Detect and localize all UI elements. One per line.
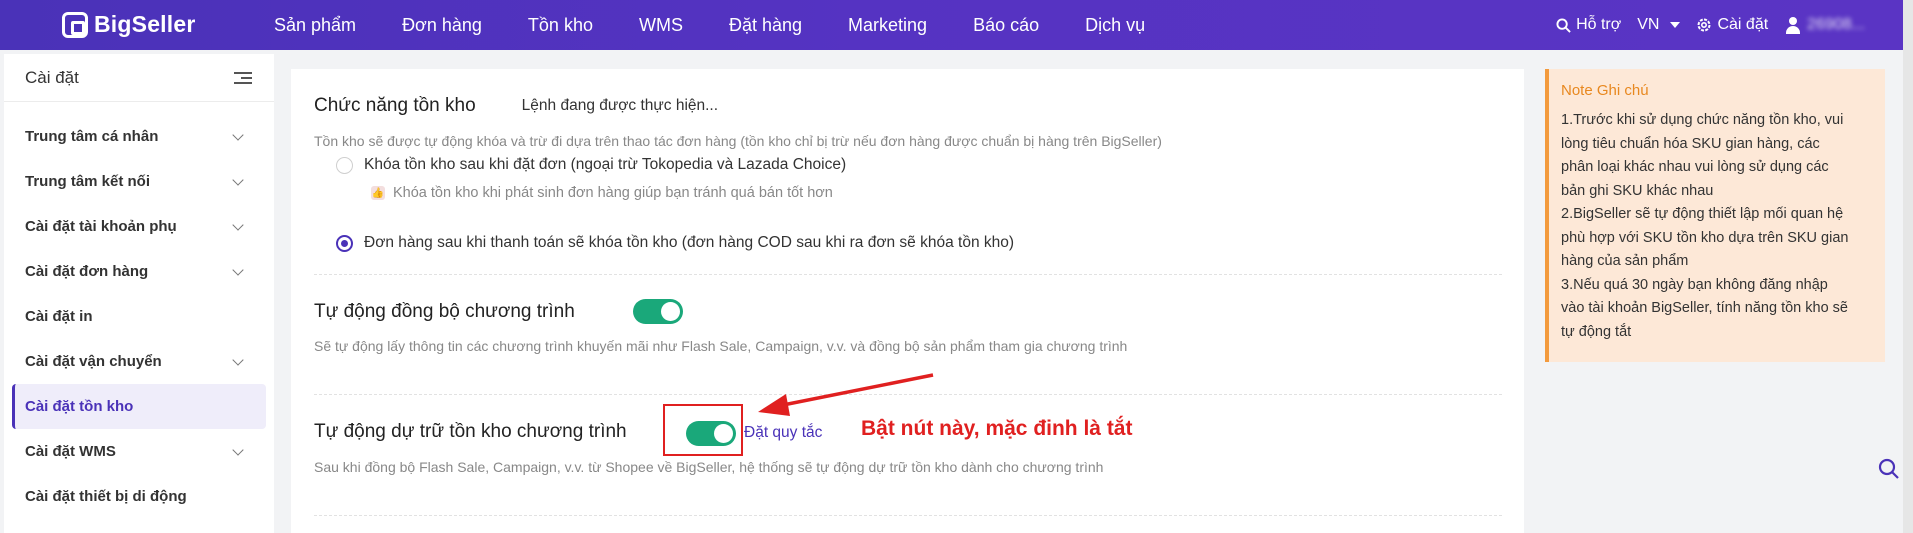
sidebar-item-label: Cài đặt đơn hàng (25, 263, 149, 280)
nav-reports[interactable]: Báo cáo (973, 15, 1039, 36)
chevron-down-icon (232, 173, 244, 186)
chevron-down-icon (232, 443, 244, 456)
lock-on-order-option[interactable]: Khóa tồn kho sau khi đặt đơn (ngoại trừ … (336, 156, 846, 174)
sidebar-header: Cài đặt (4, 54, 274, 102)
sidebar-menu: Trung tâm cá nhân Trung tâm kết nối Cài … (4, 114, 274, 519)
sidebar-item-label: Cài đặt tài khoản phụ (25, 218, 177, 235)
bigseller-logo[interactable]: BigSeller (62, 11, 196, 38)
inventory-function-header: Chức năng tồn kho Lệnh đang được thực hi… (314, 95, 718, 117)
main-nav: Sản phẩm Đơn hàng Tồn kho WMS Đặt hàng M… (274, 0, 1191, 50)
option-label: Đơn hàng sau khi thanh toán sẽ khóa tồn … (364, 234, 1015, 251)
help-link[interactable]: Hỗ trợ (1556, 16, 1621, 34)
note-line: bản ghi SKU khác nhau (1561, 182, 1714, 199)
sidebar-item-wms-settings[interactable]: Cài đặt WMS (12, 429, 266, 474)
note-line: 2.BigSeller sẽ tự động thiết lập mối qua… (1561, 206, 1844, 222)
bigseller-logo-icon (62, 11, 88, 38)
note-line: 1.Trước khi sử dụng chức năng tồn kho, v… (1561, 112, 1844, 128)
annotation-text: Bật nút này, mặc đinh là tắt (861, 417, 1133, 440)
settings-content: Chức năng tồn kho Lệnh đang được thực hi… (291, 69, 1524, 533)
note-line: phù hợp với SKU tồn kho dựa trên SKU gia… (1561, 229, 1849, 246)
note-line: tự động tắt (1561, 323, 1632, 340)
auto-reserve-title: Tự động dự trữ tồn kho chương trình (314, 421, 627, 442)
lock-after-payment-option[interactable]: Đơn hàng sau khi thanh toán sẽ khóa tồn … (336, 234, 1014, 252)
note-line: lòng tiêu chuẩn hóa SKU gian hàng, các (1561, 135, 1820, 152)
nav-services[interactable]: Dịch vụ (1085, 15, 1145, 36)
sidebar-item-label: Trung tâm kết nối (25, 173, 151, 190)
gear-icon (1697, 18, 1711, 32)
section-divider (314, 515, 1502, 516)
floating-search-icon[interactable] (1878, 458, 1900, 480)
nav-wms[interactable]: WMS (639, 15, 683, 36)
auto-sync-description: Sẽ tự động lấy thông tin các chương trìn… (314, 338, 1128, 354)
nav-marketing[interactable]: Marketing (848, 15, 927, 36)
search-icon (1556, 17, 1571, 33)
sidebar-item-label: Cài đặt in (25, 308, 93, 325)
tip-text: Khóa tồn kho khi phát sinh đơn hàng giúp… (393, 185, 833, 201)
section-divider (314, 274, 1502, 275)
option-label: Khóa tồn kho sau khi đặt đơn (ngoại trừ … (364, 156, 847, 173)
note-line: phân loại khác nhau vui lòng sử dụng các (1561, 159, 1829, 175)
chevron-down-icon (232, 353, 244, 366)
sidebar-item-order-settings[interactable]: Cài đặt đơn hàng (12, 249, 266, 294)
note-line: 3.Nếu quá 30 ngày bạn không đăng nhập (1561, 276, 1828, 293)
logo-text: BigSeller (94, 11, 196, 37)
sidebar-item-label: Cài đặt tồn kho (25, 398, 134, 415)
note-panel: Note Ghi chú 1.Trước khi sử dụng chức nă… (1545, 69, 1885, 362)
sidebar-item-print-settings[interactable]: Cài đặt in (12, 294, 266, 339)
inventory-function-title: Chức năng tồn kho (314, 95, 476, 116)
inventory-function-description: Tồn kho sẽ được tự động khóa và trừ đi d… (314, 133, 1162, 149)
settings-label: Cài đặt (1717, 16, 1769, 33)
sidebar-item-personal-center[interactable]: Trung tâm cá nhân (12, 114, 266, 159)
auto-sync-toggle[interactable] (633, 299, 683, 324)
chevron-down-icon (232, 128, 244, 141)
radio-lock-on-order[interactable] (336, 156, 353, 174)
settings-sidebar: Cài đặt Trung tâm cá nhân Trung tâm kết … (4, 54, 274, 533)
language-select[interactable]: VN (1637, 16, 1681, 34)
sidebar-title: Cài đặt (25, 67, 79, 87)
chevron-down-icon (232, 218, 244, 231)
radio-lock-after-payment[interactable] (336, 234, 353, 252)
auto-reserve-description: Sau khi đồng bộ Flash Sale, Campaign, v.… (314, 459, 1104, 475)
sidebar-item-connection-center[interactable]: Trung tâm kết nối (12, 159, 266, 204)
annotation-highlight-box (663, 404, 743, 456)
settings-link[interactable]: Cài đặt (1696, 16, 1768, 34)
sidebar-item-label: Cài đặt WMS (25, 443, 116, 460)
page-scrollbar[interactable] (1903, 0, 1913, 533)
sidebar-item-mobile-devices[interactable]: Cài đặt thiết bị di động (12, 474, 266, 519)
top-navbar: BigSeller Sản phẩm Đơn hàng Tồn kho WMS … (0, 0, 1913, 50)
sidebar-item-inventory-settings[interactable]: Cài đặt tồn kho (12, 384, 266, 429)
sidebar-item-shipping-settings[interactable]: Cài đặt vận chuyển (12, 339, 266, 384)
auto-sync-title: Tự động đồng bộ chương trình (314, 301, 575, 322)
language-label: VN (1637, 16, 1660, 33)
user-name: 26908... (1807, 16, 1865, 33)
caret-down-icon (1670, 22, 1681, 28)
sidebar-item-label: Cài đặt vận chuyển (25, 353, 162, 370)
help-label: Hỗ trợ (1576, 16, 1622, 33)
nav-products[interactable]: Sản phẩm (274, 15, 356, 36)
sidebar-item-label: Cài đặt thiết bị di động (25, 488, 187, 505)
note-line: vào tài khoản BigSeller, tính năng tồn k… (1561, 300, 1848, 316)
note-title: Note Ghi chú (1561, 82, 1649, 99)
user-avatar-icon (1784, 16, 1802, 34)
thumbs-up-icon: 👍 (371, 186, 385, 200)
note-line: hàng của sản phẩm (1561, 253, 1689, 269)
chevron-down-icon (232, 263, 244, 276)
top-right-tools: Hỗ trợ VN Cài đặt 26908... (1556, 0, 1865, 50)
lock-on-order-tip: 👍 Khóa tồn kho khi phát sinh đơn hàng gi… (371, 185, 833, 201)
collapse-sidebar-icon[interactable] (234, 71, 252, 85)
nav-orders[interactable]: Đơn hàng (402, 15, 482, 36)
processing-status: Lệnh đang được thực hiện... (521, 97, 719, 114)
user-menu[interactable]: 26908... (1784, 16, 1865, 34)
nav-purchase[interactable]: Đặt hàng (729, 15, 802, 36)
sidebar-item-label: Trung tâm cá nhân (25, 128, 159, 145)
sidebar-item-sub-accounts[interactable]: Cài đặt tài khoản phụ (12, 204, 266, 249)
nav-inventory[interactable]: Tồn kho (528, 15, 593, 36)
